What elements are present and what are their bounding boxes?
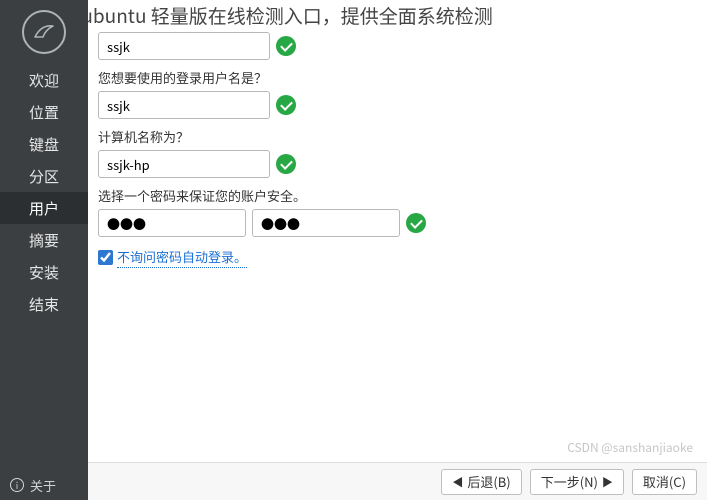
- about-link[interactable]: i 关于: [0, 470, 88, 500]
- login-label: 您想要使用的登录用户名是？: [98, 68, 697, 87]
- cancel-button[interactable]: 取消(C): [632, 469, 697, 495]
- nav-finish[interactable]: 结束: [0, 288, 88, 320]
- nav-list: 欢迎 位置 键盘 分区 用户 摘要 安装 结束: [0, 64, 88, 470]
- hostname-input[interactable]: [98, 150, 270, 178]
- nav-partition[interactable]: 分区: [0, 160, 88, 192]
- nav-location[interactable]: 位置: [0, 96, 88, 128]
- next-button[interactable]: 下一步(N) ▶: [530, 469, 624, 495]
- check-icon: [276, 95, 296, 115]
- autologin-checkbox[interactable]: [98, 250, 113, 265]
- check-icon: [406, 213, 426, 233]
- logo-container: [0, 0, 88, 58]
- nav-install[interactable]: 安装: [0, 256, 88, 288]
- nav-summary[interactable]: 摘要: [0, 224, 88, 256]
- check-icon: [276, 36, 296, 56]
- chevron-right-icon: ▶: [602, 474, 613, 490]
- nav-users[interactable]: 用户: [0, 192, 88, 224]
- hostname-label: 计算机名称为？: [98, 127, 697, 146]
- lubuntu-logo-icon: [22, 10, 66, 54]
- about-label: 关于: [30, 476, 56, 495]
- password-input[interactable]: [98, 209, 246, 237]
- chevron-left-icon: ◀: [452, 474, 463, 490]
- nav-welcome[interactable]: 欢迎: [0, 64, 88, 96]
- password-confirm-input[interactable]: [252, 209, 400, 237]
- window-title-bar: lubuntu 轻量版在线检测入口，提供全面系统检测: [70, 0, 707, 28]
- form-panel: 您想要使用的登录用户名是？ 计算机名称为？ 选择一个密码来保证您的账户安全。 不…: [88, 28, 707, 462]
- back-button[interactable]: ◀ 后退(B): [441, 469, 521, 495]
- window-title: lubuntu 轻量版在线检测入口，提供全面系统检测: [76, 2, 493, 29]
- fullname-input[interactable]: [98, 32, 270, 60]
- nav-keyboard[interactable]: 键盘: [0, 128, 88, 160]
- check-icon: [276, 154, 296, 174]
- username-input[interactable]: [98, 91, 270, 119]
- autologin-label[interactable]: 不询问密码自动登录。: [117, 247, 247, 268]
- info-icon: i: [10, 478, 24, 492]
- password-section-label: 选择一个密码来保证您的账户安全。: [98, 186, 697, 205]
- sidebar: 欢迎 位置 键盘 分区 用户 摘要 安装 结束 i 关于: [0, 0, 88, 500]
- footer-bar: ◀ 后退(B) 下一步(N) ▶ 取消(C): [88, 462, 707, 500]
